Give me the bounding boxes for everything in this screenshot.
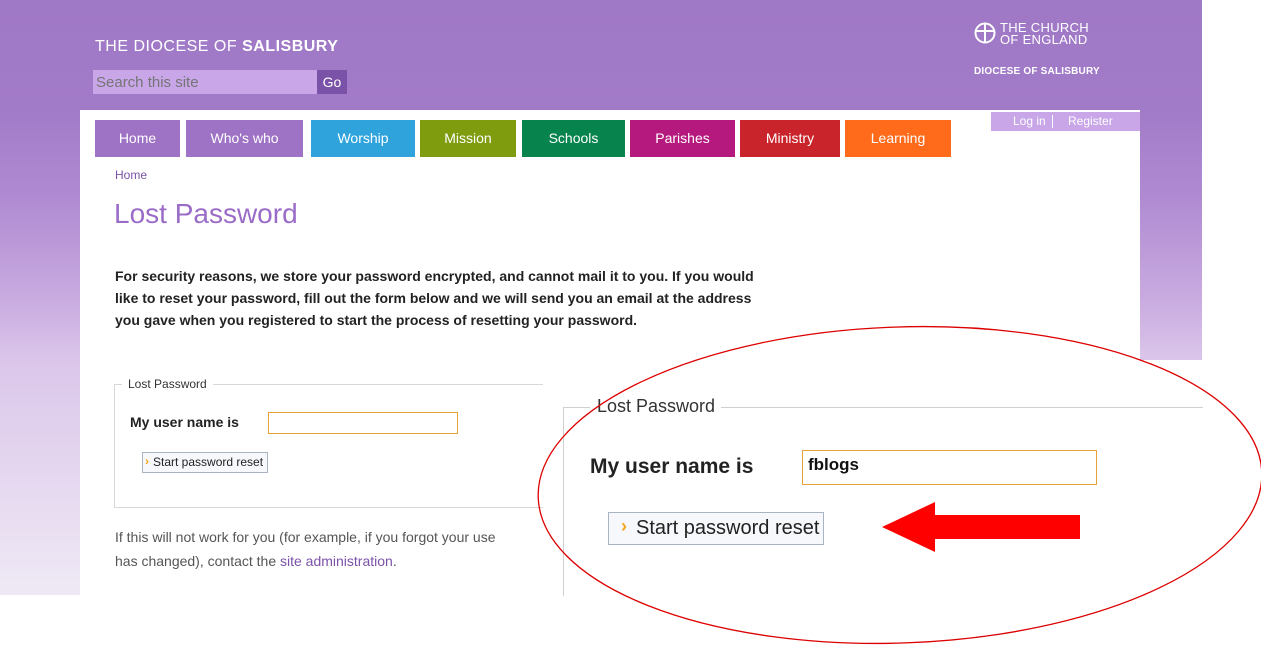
page-title: Lost Password [114, 198, 298, 229]
nav-whos-who[interactable]: Who's who [186, 120, 303, 157]
fieldset-legend: Lost Password [122, 377, 213, 391]
lost-password-fieldset [114, 384, 543, 508]
logo-text: THE CHURCH OF ENGLAND [1000, 21, 1089, 47]
nav-ministry[interactable]: Ministry [740, 120, 840, 157]
nav-worship[interactable]: Worship [311, 120, 415, 157]
breadcrumb[interactable]: Home [115, 168, 147, 182]
nav-mission[interactable]: Mission [420, 120, 516, 157]
auth-links: Log in Register [991, 112, 1140, 131]
zoom-fieldset-legend: Lost Password [590, 396, 722, 417]
footer-help-text: If this will not work for you (for examp… [115, 525, 545, 573]
zoom-button-label: Start password reset [636, 517, 820, 539]
cross-circle-icon [974, 22, 996, 44]
intro-text: For security reasons, we store your pass… [115, 268, 754, 328]
site-title[interactable]: THE DIOCESE OF SALISBURY [95, 38, 338, 56]
username-label: My user name is [130, 414, 239, 430]
nav-learning[interactable]: Learning [845, 120, 951, 157]
footer-line1: If this will not work for you (for examp… [115, 529, 496, 545]
login-link[interactable]: Log in [1013, 112, 1046, 131]
zoom-arrow-icon: › [621, 516, 627, 536]
username-input[interactable] [268, 412, 458, 434]
header-background-left [0, 360, 80, 595]
site-administration-link[interactable]: site administration [280, 553, 393, 569]
site-title-bold: SALISBURY [242, 38, 339, 55]
search-go-button[interactable]: Go [317, 70, 347, 94]
arrow-icon: › [145, 454, 149, 468]
nav-home[interactable]: Home [95, 120, 180, 157]
footer-line2: has changed), contact the [115, 553, 280, 569]
auth-separator [1052, 115, 1053, 128]
start-password-reset-button[interactable]: › Start password reset [142, 452, 269, 473]
site-title-prefix: THE DIOCESE OF [95, 38, 243, 55]
logo-line2: OF ENGLAND [1000, 32, 1088, 47]
button-label: Start password reset [153, 455, 264, 469]
logo-diocese: DIOCESE OF SALISBURY [974, 66, 1100, 77]
register-link[interactable]: Register [1068, 112, 1113, 131]
nav-parishes[interactable]: Parishes [630, 120, 735, 157]
zoom-username-input[interactable]: fblogs [802, 450, 1097, 485]
zoom-fieldset [563, 407, 1203, 596]
nav-schools[interactable]: Schools [522, 120, 625, 157]
zoom-start-password-reset-button[interactable]: › Start password reset [608, 512, 825, 545]
footer-period: . [392, 553, 397, 569]
search-input[interactable] [93, 70, 317, 94]
zoom-username-label: My user name is [590, 455, 754, 478]
